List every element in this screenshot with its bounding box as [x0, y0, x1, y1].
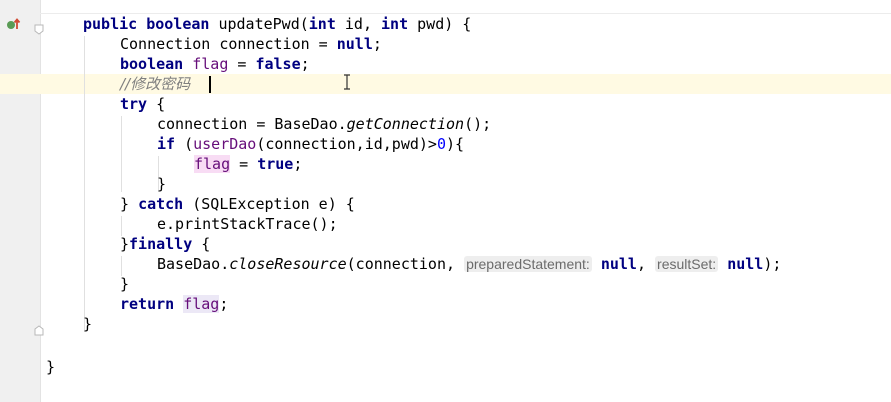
- code-text: Connection connection =: [120, 35, 337, 53]
- editor-gutter: [0, 0, 41, 402]
- keyword: int: [308, 15, 336, 33]
- keyword: boolean: [146, 15, 210, 33]
- code-text: }: [83, 315, 93, 333]
- code-text: (: [175, 135, 194, 153]
- code-text: BaseDao.: [157, 255, 230, 273]
- indent-guide: [121, 256, 122, 276]
- code-line: BaseDao.closeResource(connection, prepar…: [157, 254, 781, 274]
- text-cursor-icon: [342, 74, 352, 90]
- code-line: public boolean updatePwd(int id, int pwd…: [83, 14, 471, 34]
- code-text: id,: [335, 15, 382, 33]
- keyword: catch: [138, 195, 184, 213]
- code-line: return flag;: [120, 294, 228, 314]
- code-line: e.printStackTrace();: [157, 214, 338, 234]
- code-text: ;: [300, 55, 310, 73]
- code-text: ;: [219, 295, 229, 313]
- number-literal: 0: [436, 135, 446, 153]
- code-line: boolean flag = false;: [120, 54, 310, 74]
- code-line: if (userDao(connection,id,pwd)>0){: [157, 134, 464, 154]
- indent-guide: [84, 36, 85, 332]
- keyword: null: [727, 255, 764, 273]
- keyword: null: [600, 255, 637, 273]
- indent-guide: [121, 116, 122, 192]
- keyword: if: [157, 135, 176, 153]
- code-text: }: [157, 175, 167, 193]
- code-line: }: [46, 357, 55, 377]
- code-comment: //修改密码: [120, 75, 191, 93]
- code-editor[interactable]: public boolean updatePwd(int id, int pwd…: [0, 0, 891, 402]
- code-text: );: [763, 255, 782, 273]
- parameter-hint: resultSet:: [655, 256, 719, 272]
- code-line: //修改密码: [120, 74, 190, 94]
- code-text: {: [147, 95, 166, 113]
- code-text: ();: [464, 115, 492, 133]
- field-reference: flag: [183, 295, 220, 313]
- code-text: (connection,: [346, 255, 465, 273]
- keyword: boolean: [120, 55, 184, 73]
- code-line: Connection connection = null;: [120, 34, 382, 54]
- method-signature: updatePwd(: [209, 15, 309, 33]
- field-reference: userDao: [193, 135, 257, 153]
- code-line: }: [120, 274, 129, 294]
- code-text: e.printStackTrace();: [157, 215, 338, 233]
- keyword: false: [255, 55, 301, 73]
- indent-guide: [121, 216, 122, 236]
- keyword: return: [120, 295, 175, 313]
- field-reference: flag: [194, 155, 231, 173]
- code-line: }finally {: [120, 234, 210, 254]
- code-text: connection = BaseDao.: [157, 115, 347, 133]
- code-text: =: [228, 55, 256, 73]
- code-line: }: [157, 174, 166, 194]
- code-text: {: [192, 235, 211, 253]
- parameter-hint: preparedStatement:: [464, 256, 592, 272]
- code-text: }: [120, 235, 130, 253]
- code-line: try {: [120, 94, 165, 114]
- code-text: ,: [636, 255, 656, 273]
- code-text: ){: [446, 135, 465, 153]
- static-method-call: closeResource: [229, 255, 347, 273]
- keyword: public: [83, 15, 138, 33]
- code-text: (connection,id,pwd)>: [256, 135, 437, 153]
- code-line: } catch (SQLException e) {: [120, 194, 355, 214]
- code-text: }: [120, 195, 139, 213]
- keyword: null: [336, 35, 373, 53]
- code-line: }: [83, 314, 92, 334]
- code-line: connection = BaseDao.getConnection();: [157, 114, 491, 134]
- code-text: (SQLException e) {: [183, 195, 355, 213]
- fold-marker-icon[interactable]: [34, 20, 44, 39]
- field-reference: flag: [192, 55, 229, 73]
- fold-marker-icon[interactable]: [34, 321, 44, 340]
- code-text: pwd) {: [408, 15, 472, 33]
- keyword: finally: [129, 235, 193, 253]
- text-caret: [209, 76, 211, 93]
- code-text: ;: [372, 35, 382, 53]
- keyword: true: [257, 155, 294, 173]
- code-text: }: [120, 275, 130, 293]
- code-line: flag = true;: [194, 154, 302, 174]
- override-gutter-icon[interactable]: [6, 16, 22, 35]
- code-text: ;: [293, 155, 303, 173]
- keyword: try: [120, 95, 148, 113]
- code-text: }: [46, 358, 56, 376]
- static-method-call: getConnection: [346, 115, 465, 133]
- keyword: int: [381, 15, 409, 33]
- code-text: =: [230, 155, 258, 173]
